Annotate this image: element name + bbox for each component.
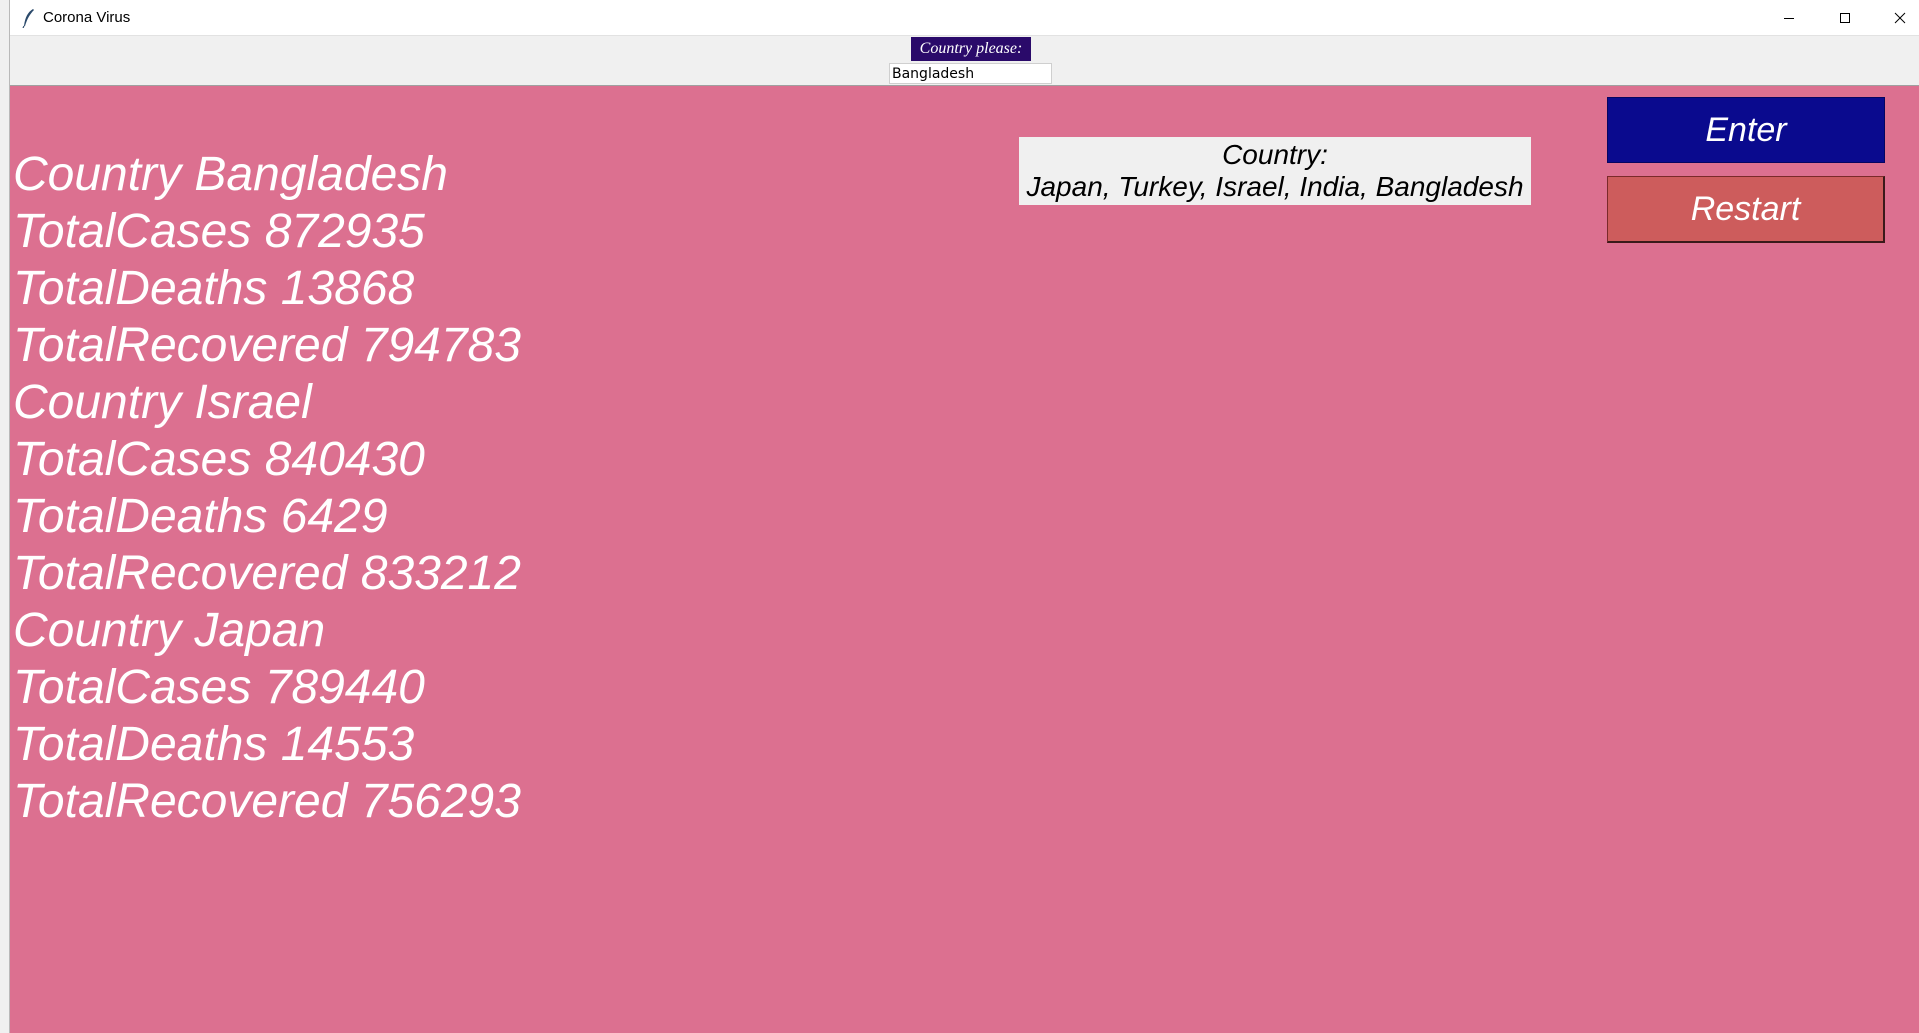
available-countries-list: Japan, Turkey, Israel, India, Bangladesh (1026, 171, 1524, 202)
country-prompt-label: Country please: (911, 37, 1031, 61)
maximize-icon (1839, 12, 1851, 24)
result-line: TotalCases 840430 (13, 433, 425, 486)
result-line: Country Bangladesh (13, 148, 448, 201)
close-icon (1894, 12, 1906, 24)
country-input[interactable] (889, 63, 1052, 84)
result-line: TotalDeaths 6429 (13, 490, 388, 543)
minimize-button[interactable] (1761, 0, 1817, 36)
result-line: TotalDeaths 13868 (13, 262, 415, 315)
available-countries-box: Country: Japan, Turkey, Israel, India, B… (1019, 137, 1531, 205)
result-line: TotalCases 789440 (13, 661, 425, 714)
result-line: Country Israel (13, 376, 312, 429)
maximize-button[interactable] (1817, 0, 1873, 36)
result-line: TotalRecovered 794783 (13, 319, 521, 372)
close-button[interactable] (1872, 0, 1919, 36)
result-line: TotalRecovered 833212 (13, 547, 521, 600)
available-countries-heading: Country: (1222, 139, 1328, 170)
result-line: TotalRecovered 756293 (13, 775, 521, 828)
window-left-edge (0, 0, 10, 1033)
title-bar[interactable]: Corona Virus (10, 0, 1919, 36)
result-line: TotalDeaths 14553 (13, 718, 415, 771)
main-panel: Country Bangladesh TotalCases 872935 Tot… (10, 86, 1919, 1033)
results-list: Country Bangladesh TotalCases 872935 Tot… (13, 146, 521, 830)
result-line: Country Japan (13, 604, 326, 657)
enter-button[interactable]: Enter (1607, 97, 1885, 163)
input-bar: Country please: (10, 36, 1919, 86)
window-title: Corona Virus (43, 9, 131, 26)
result-line: TotalCases 872935 (13, 205, 425, 258)
feather-icon (22, 8, 36, 29)
minimize-icon (1783, 12, 1795, 24)
restart-button[interactable]: Restart (1607, 176, 1885, 243)
